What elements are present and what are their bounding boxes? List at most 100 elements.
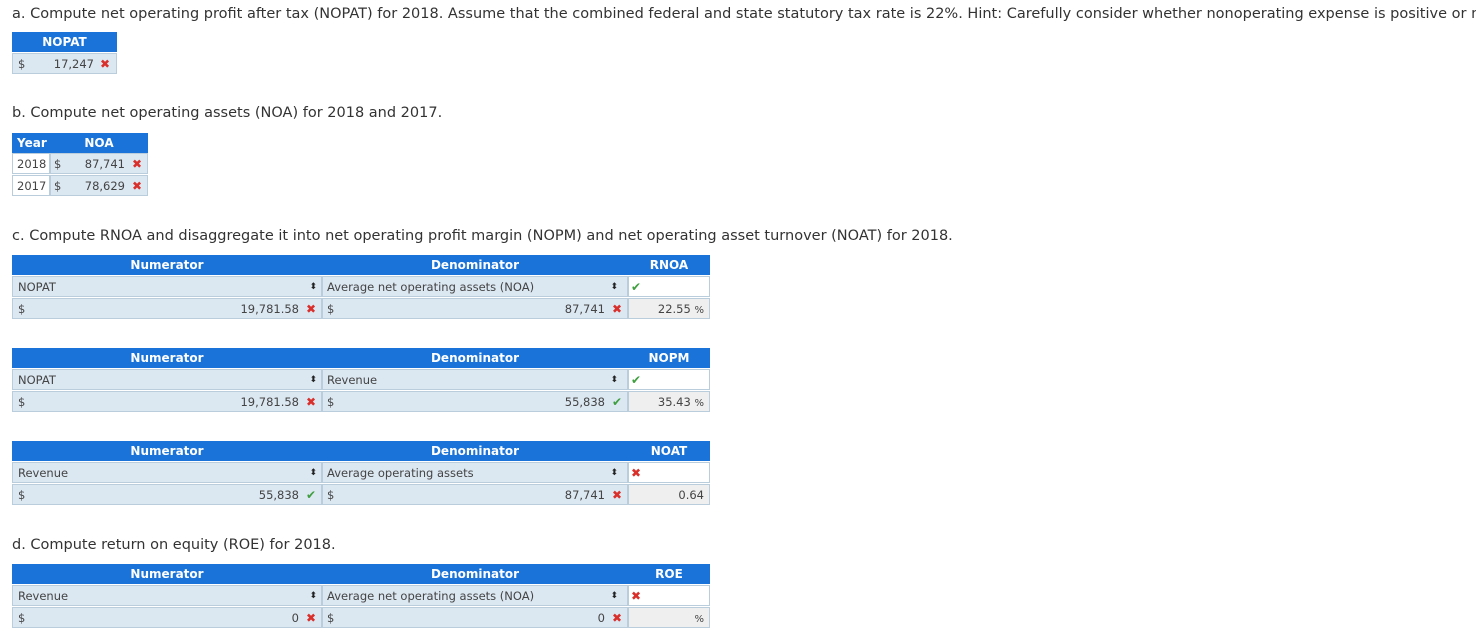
noat-denominator-input[interactable]: $ 87,741 ✖ xyxy=(322,484,628,505)
numerator-value: 19,781.58 xyxy=(240,394,299,409)
result-number: 22.55 xyxy=(657,301,691,316)
select-arrows-icon: ⬍ xyxy=(309,590,317,601)
noa-2017-field[interactable]: $ 78,629 ✖ xyxy=(50,175,148,196)
noat-select-status-cell: ✖ xyxy=(628,462,710,483)
roe-result-value: % xyxy=(694,611,704,625)
currency-symbol: $ xyxy=(18,394,26,409)
year-cell-2017: 2017 xyxy=(12,175,50,196)
select-arrows-icon: ⬍ xyxy=(309,374,317,385)
roe-numerator-input[interactable]: $ 0 ✖ xyxy=(12,607,322,628)
noa-header: NOA xyxy=(50,133,148,153)
noat-numerator-input[interactable]: $ 55,838 ✔ xyxy=(12,484,322,505)
roe-select-status-cell: ✖ xyxy=(628,585,710,606)
roe-result-header: ROE xyxy=(628,564,710,584)
year-header: Year xyxy=(12,133,50,153)
question-d: d. Compute return on equity (ROE) for 20… xyxy=(12,537,336,553)
roe-denominator-header: Denominator xyxy=(322,564,628,584)
correct-check-icon: ✔ xyxy=(631,372,642,387)
numerator-value: 19,781.58 xyxy=(240,301,299,316)
incorrect-icon: ✖ xyxy=(99,56,110,71)
select-arrows-icon: ⬍ xyxy=(610,281,618,292)
nopm-select-status-cell: ✔ xyxy=(628,369,710,390)
nopm-denominator-header: Denominator xyxy=(322,348,628,368)
currency-symbol: $ xyxy=(327,487,335,502)
denominator-value: 55,838 xyxy=(564,394,605,409)
denominator-value: 87,741 xyxy=(564,487,605,502)
currency-symbol: $ xyxy=(327,394,335,409)
correct-check-icon: ✔ xyxy=(611,394,622,409)
select-arrows-icon: ⬍ xyxy=(309,467,317,478)
question-b: b. Compute net operating assets (NOA) fo… xyxy=(12,105,443,121)
roe-denominator-select[interactable]: Average net operating assets (NOA) ⬍ xyxy=(322,585,628,606)
select-arrows-icon: ⬍ xyxy=(309,281,317,292)
incorrect-icon: ✖ xyxy=(131,156,142,171)
noat-denominator-header: Denominator xyxy=(322,441,628,461)
numerator-select-value: NOPAT xyxy=(18,279,56,294)
nopat-header: NOPAT xyxy=(12,32,117,52)
noat-result-value: 0.64 xyxy=(678,488,704,502)
rnoa-result-field: 22.55 % xyxy=(628,298,710,319)
numerator-value: 0 xyxy=(291,610,299,625)
nopm-result-value: 35.43 % xyxy=(658,395,704,409)
noa-2017-value: 78,629 xyxy=(84,178,125,193)
incorrect-x-icon: ✖ xyxy=(631,465,642,480)
rnoa-denominator-input[interactable]: $ 87,741 ✖ xyxy=(322,298,628,319)
currency-symbol: $ xyxy=(18,301,26,316)
numerator-value: 55,838 xyxy=(258,487,299,502)
nopm-numerator-select[interactable]: NOPAT ⬍ xyxy=(12,369,322,390)
incorrect-x-icon: ✖ xyxy=(305,610,316,625)
incorrect-x-icon: ✖ xyxy=(305,301,316,316)
rnoa-result-header: RNOA xyxy=(628,255,710,275)
numerator-select-value: NOPAT xyxy=(18,372,56,387)
result-unit: % xyxy=(694,304,704,316)
incorrect-x-icon: ✖ xyxy=(631,588,642,603)
denominator-select-value: Average net operating assets (NOA) xyxy=(327,588,535,603)
noa-2018-field[interactable]: $ 87,741 ✖ xyxy=(50,153,148,174)
question-a: a. Compute net operating profit after ta… xyxy=(12,6,1476,22)
roe-numerator-select[interactable]: Revenue ⬍ xyxy=(12,585,322,606)
currency-symbol: $ xyxy=(54,178,62,193)
rnoa-denominator-header: Denominator xyxy=(322,255,628,275)
noat-result-header: NOAT xyxy=(628,441,710,461)
nopm-denominator-select[interactable]: Revenue ⬍ xyxy=(322,369,628,390)
question-c: c. Compute RNOA and disaggregate it into… xyxy=(12,228,953,244)
rnoa-numerator-select[interactable]: NOPAT ⬍ xyxy=(12,276,322,297)
rnoa-select-status-cell: ✔ xyxy=(628,276,710,297)
numerator-select-value: Revenue xyxy=(18,465,69,480)
denominator-select-value: Average operating assets xyxy=(327,465,474,480)
correct-check-icon: ✔ xyxy=(305,487,316,502)
currency-symbol: $ xyxy=(18,610,26,625)
numerator-select-value: Revenue xyxy=(18,588,69,603)
noat-denominator-select[interactable]: Average operating assets ⬍ xyxy=(322,462,628,483)
rnoa-numerator-header: Numerator xyxy=(12,255,322,275)
noa-2018-value: 87,741 xyxy=(84,156,125,171)
nopm-numerator-header: Numerator xyxy=(12,348,322,368)
result-unit: % xyxy=(694,397,704,409)
rnoa-denominator-select[interactable]: Average net operating assets (NOA) ⬍ xyxy=(322,276,628,297)
nopm-numerator-input[interactable]: $ 19,781.58 ✖ xyxy=(12,391,322,412)
select-arrows-icon: ⬍ xyxy=(610,467,618,478)
incorrect-x-icon: ✖ xyxy=(611,301,622,316)
rnoa-numerator-input[interactable]: $ 19,781.58 ✖ xyxy=(12,298,322,319)
select-arrows-icon: ⬍ xyxy=(610,590,618,601)
incorrect-x-icon: ✖ xyxy=(305,394,316,409)
nopm-denominator-input[interactable]: $ 55,838 ✔ xyxy=(322,391,628,412)
roe-numerator-header: Numerator xyxy=(12,564,322,584)
rnoa-result-value: 22.55 % xyxy=(658,302,704,316)
incorrect-icon: ✖ xyxy=(131,178,142,193)
currency-symbol: $ xyxy=(327,301,335,316)
noat-numerator-select[interactable]: Revenue ⬍ xyxy=(12,462,322,483)
nopm-result-header: NOPM xyxy=(628,348,710,368)
roe-denominator-input[interactable]: $ 0 ✖ xyxy=(322,607,628,628)
year-cell-2018: 2018 xyxy=(12,153,50,174)
currency-symbol: $ xyxy=(54,156,62,171)
incorrect-x-icon: ✖ xyxy=(611,610,622,625)
nopat-value: 17,247 xyxy=(53,56,94,71)
incorrect-x-icon: ✖ xyxy=(611,487,622,502)
denominator-value: 87,741 xyxy=(564,301,605,316)
roe-result-field: % xyxy=(628,607,710,628)
nopat-answer-field[interactable]: $ 17,247 ✖ xyxy=(12,53,117,74)
result-number: 35.43 xyxy=(657,394,691,409)
nopm-result-field: 35.43 % xyxy=(628,391,710,412)
correct-check-icon: ✔ xyxy=(631,279,642,294)
